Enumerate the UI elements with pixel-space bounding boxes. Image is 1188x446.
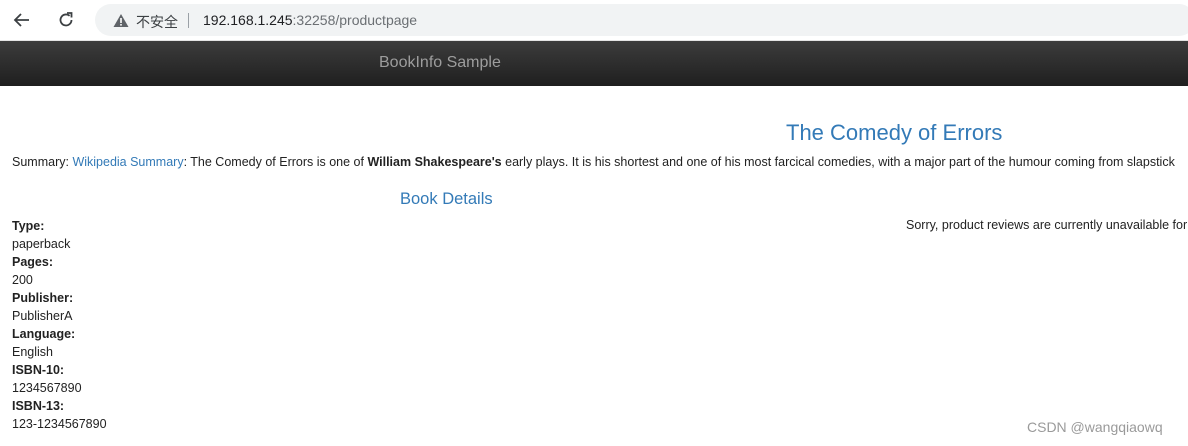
summary-text-1: : The Comedy of Errors is one of xyxy=(183,155,368,169)
back-button[interactable] xyxy=(9,7,35,33)
reload-button[interactable] xyxy=(53,7,79,33)
browser-toolbar: 不安全 192.168.1.245:32258/productpage xyxy=(0,0,1188,41)
book-details-list: Type: paperback Pages: 200 Publisher: Pu… xyxy=(12,217,107,433)
page-title: The Comedy of Errors xyxy=(786,120,1003,145)
detail-label-pages: Pages: xyxy=(12,255,53,269)
detail-label-publisher: Publisher: xyxy=(12,291,74,305)
reload-icon xyxy=(59,12,73,27)
detail-value-isbn10: 1234567890 xyxy=(12,381,82,395)
detail-label-isbn10: ISBN-10: xyxy=(12,363,65,377)
url-path: :32258/productpage xyxy=(292,12,418,28)
detail-label-type: Type: xyxy=(12,219,45,233)
detail-label-isbn13: ISBN-13: xyxy=(12,399,65,413)
detail-value-language: English xyxy=(12,345,53,359)
security-status[interactable]: 不安全 xyxy=(136,12,178,32)
reviews-unavailable-message: Sorry, product reviews are currently una… xyxy=(906,218,1188,232)
detail-label-language: Language: xyxy=(12,327,76,341)
detail-value-publisher: PublisherA xyxy=(12,309,73,323)
address-bar[interactable]: 不安全 192.168.1.245:32258/productpage xyxy=(95,4,1188,36)
address-divider xyxy=(188,13,189,28)
wikipedia-summary-link[interactable]: Wikipedia Summary xyxy=(72,155,183,169)
csdn-watermark: CSDN @wangqiaowq xyxy=(1027,419,1163,435)
warning-icon[interactable] xyxy=(113,13,129,28)
url-text[interactable]: 192.168.1.245:32258/productpage xyxy=(203,12,417,28)
product-summary: Summary: Wikipedia Summary: The Comedy o… xyxy=(12,155,1175,169)
summary-bold-author: William Shakespeare's xyxy=(367,155,502,169)
url-host: 192.168.1.245 xyxy=(203,12,293,28)
summary-text-2: early plays. It is his shortest and one … xyxy=(501,155,1175,169)
arrow-left-icon xyxy=(13,13,29,27)
navbar-brand[interactable]: BookInfo Sample xyxy=(379,54,501,72)
detail-value-pages: 200 xyxy=(12,273,33,287)
detail-value-isbn13: 123-1234567890 xyxy=(12,417,107,431)
detail-value-type: paperback xyxy=(12,237,71,251)
app-navbar: BookInfo Sample xyxy=(0,41,1188,86)
book-details-heading: Book Details xyxy=(400,190,493,208)
summary-prefix: Summary: xyxy=(12,155,73,169)
